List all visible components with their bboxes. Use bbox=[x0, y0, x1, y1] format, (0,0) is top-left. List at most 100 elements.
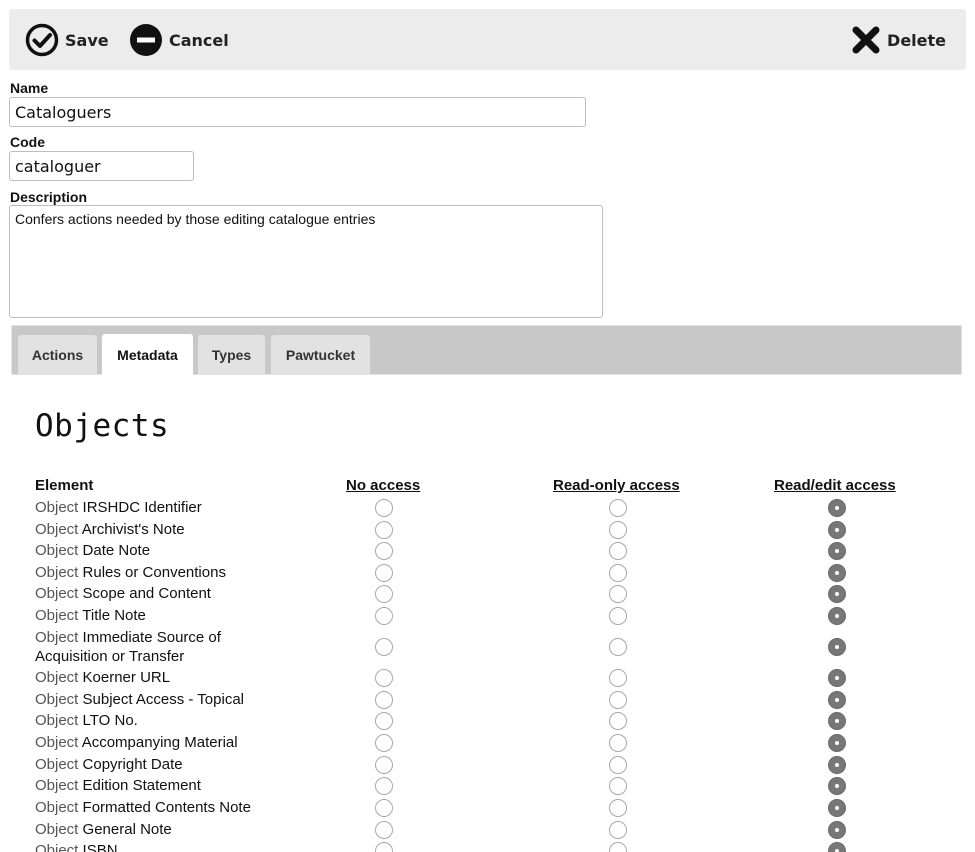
table-row: Object Rules or Conventions bbox=[0, 563, 975, 585]
read-edit-radio[interactable] bbox=[828, 585, 846, 603]
element-prefix: Object bbox=[35, 712, 79, 729]
read-edit-radio[interactable] bbox=[828, 521, 846, 539]
read-only-radio[interactable] bbox=[609, 669, 627, 687]
read-only-radio[interactable] bbox=[609, 638, 627, 656]
read-only-radio[interactable] bbox=[609, 607, 627, 625]
element-prefix: Object bbox=[35, 499, 79, 516]
delete-button[interactable]: Delete bbox=[851, 23, 946, 57]
table-row: Object Edition Statement bbox=[0, 776, 975, 798]
read-edit-radio[interactable] bbox=[828, 777, 846, 795]
element-name: Title Note bbox=[82, 607, 146, 624]
no-access-radio[interactable] bbox=[375, 638, 393, 656]
table-row: Object Scope and Content bbox=[0, 584, 975, 606]
no-access-radio[interactable] bbox=[375, 842, 393, 852]
table-row: Object Immediate Source of Acquisition o… bbox=[0, 628, 975, 668]
no-access-radio[interactable] bbox=[375, 564, 393, 582]
no-access-radio[interactable] bbox=[375, 499, 393, 517]
element-prefix: Object bbox=[35, 521, 79, 538]
read-edit-radio[interactable] bbox=[828, 607, 846, 625]
element-label: Object Copyright Date bbox=[35, 755, 275, 774]
read-only-radio[interactable] bbox=[609, 585, 627, 603]
read-edit-radio[interactable] bbox=[828, 842, 846, 852]
read-edit-radio[interactable] bbox=[828, 499, 846, 517]
read-only-radio[interactable] bbox=[609, 564, 627, 582]
read-only-radio[interactable] bbox=[609, 542, 627, 560]
no-access-radio[interactable] bbox=[375, 607, 393, 625]
no-access-radio[interactable] bbox=[375, 669, 393, 687]
no-access-radio[interactable] bbox=[375, 542, 393, 560]
tab-metadata[interactable]: Metadata bbox=[102, 334, 193, 376]
read-only-radio[interactable] bbox=[609, 777, 627, 795]
no-access-radio[interactable] bbox=[375, 691, 393, 709]
code-field[interactable] bbox=[9, 151, 194, 181]
element-label: Object ISBN bbox=[35, 841, 275, 852]
element-prefix: Object bbox=[35, 669, 79, 686]
read-edit-radio[interactable] bbox=[828, 638, 846, 656]
description-field[interactable]: Confers actions needed by those editing … bbox=[9, 205, 603, 318]
read-only-radio[interactable] bbox=[609, 734, 627, 752]
column-header-read-edit[interactable]: Read/edit access bbox=[774, 477, 896, 494]
read-only-radio[interactable] bbox=[609, 756, 627, 774]
read-only-radio[interactable] bbox=[609, 499, 627, 517]
no-access-radio[interactable] bbox=[375, 821, 393, 839]
read-only-radio[interactable] bbox=[609, 799, 627, 817]
element-label: Object Scope and Content bbox=[35, 584, 275, 603]
element-name: LTO No. bbox=[82, 712, 138, 729]
element-name: Rules or Conventions bbox=[82, 564, 226, 581]
table-row: Object IRSHDC Identifier bbox=[0, 498, 975, 520]
no-access-radio[interactable] bbox=[375, 756, 393, 774]
column-header-no-access[interactable]: No access bbox=[346, 477, 420, 494]
read-only-radio[interactable] bbox=[609, 691, 627, 709]
read-edit-radio[interactable] bbox=[828, 691, 846, 709]
element-name: Date Note bbox=[82, 542, 151, 559]
table-row: Object Koerner URL bbox=[0, 668, 975, 690]
element-label: Object Subject Access - Topical bbox=[35, 690, 275, 709]
column-header-read-only[interactable]: Read-only access bbox=[553, 477, 680, 494]
no-access-radio[interactable] bbox=[375, 777, 393, 795]
element-name: Archivist's Note bbox=[81, 521, 185, 538]
read-edit-radio[interactable] bbox=[828, 734, 846, 752]
read-only-radio[interactable] bbox=[609, 712, 627, 730]
cancel-button[interactable]: Cancel bbox=[129, 23, 229, 57]
tab-pawtucket[interactable]: Pawtucket bbox=[271, 335, 370, 375]
element-name: Koerner URL bbox=[82, 669, 171, 686]
table-row: Object Accompanying Material bbox=[0, 733, 975, 755]
read-only-radio[interactable] bbox=[609, 821, 627, 839]
tab-actions[interactable]: Actions bbox=[18, 335, 97, 375]
save-button[interactable]: Save bbox=[25, 23, 109, 57]
element-prefix: Object bbox=[35, 607, 79, 624]
read-edit-radio[interactable] bbox=[828, 756, 846, 774]
delete-label: Delete bbox=[887, 30, 946, 50]
read-edit-radio[interactable] bbox=[828, 821, 846, 839]
section-title: Objects bbox=[35, 408, 170, 444]
read-edit-radio[interactable] bbox=[828, 712, 846, 730]
element-label: Object Immediate Source of Acquisition o… bbox=[35, 628, 275, 666]
cancel-label: Cancel bbox=[169, 30, 229, 50]
name-field[interactable] bbox=[9, 97, 586, 127]
column-header-element: Element bbox=[35, 477, 94, 494]
tab-types[interactable]: Types bbox=[198, 335, 265, 375]
read-only-radio[interactable] bbox=[609, 842, 627, 852]
element-name: Scope and Content bbox=[82, 585, 211, 602]
no-access-radio[interactable] bbox=[375, 734, 393, 752]
element-prefix: Object bbox=[35, 821, 79, 838]
read-edit-radio[interactable] bbox=[828, 799, 846, 817]
no-access-radio[interactable] bbox=[375, 799, 393, 817]
element-label: Object Title Note bbox=[35, 606, 275, 625]
element-prefix: Object bbox=[35, 842, 79, 852]
element-prefix: Object bbox=[35, 777, 79, 794]
read-edit-radio[interactable] bbox=[828, 542, 846, 560]
code-label: Code bbox=[10, 134, 45, 150]
element-label: Object Edition Statement bbox=[35, 776, 275, 795]
element-label: Object Formatted Contents Note bbox=[35, 798, 275, 817]
no-access-radio[interactable] bbox=[375, 521, 393, 539]
read-only-radio[interactable] bbox=[609, 521, 627, 539]
read-edit-radio[interactable] bbox=[828, 564, 846, 582]
element-name: ISBN bbox=[82, 842, 118, 852]
element-name: Formatted Contents Note bbox=[82, 799, 251, 816]
check-circle-icon bbox=[25, 23, 59, 57]
read-edit-radio[interactable] bbox=[828, 669, 846, 687]
no-access-radio[interactable] bbox=[375, 585, 393, 603]
no-access-radio[interactable] bbox=[375, 712, 393, 730]
element-prefix: Object bbox=[35, 799, 79, 816]
